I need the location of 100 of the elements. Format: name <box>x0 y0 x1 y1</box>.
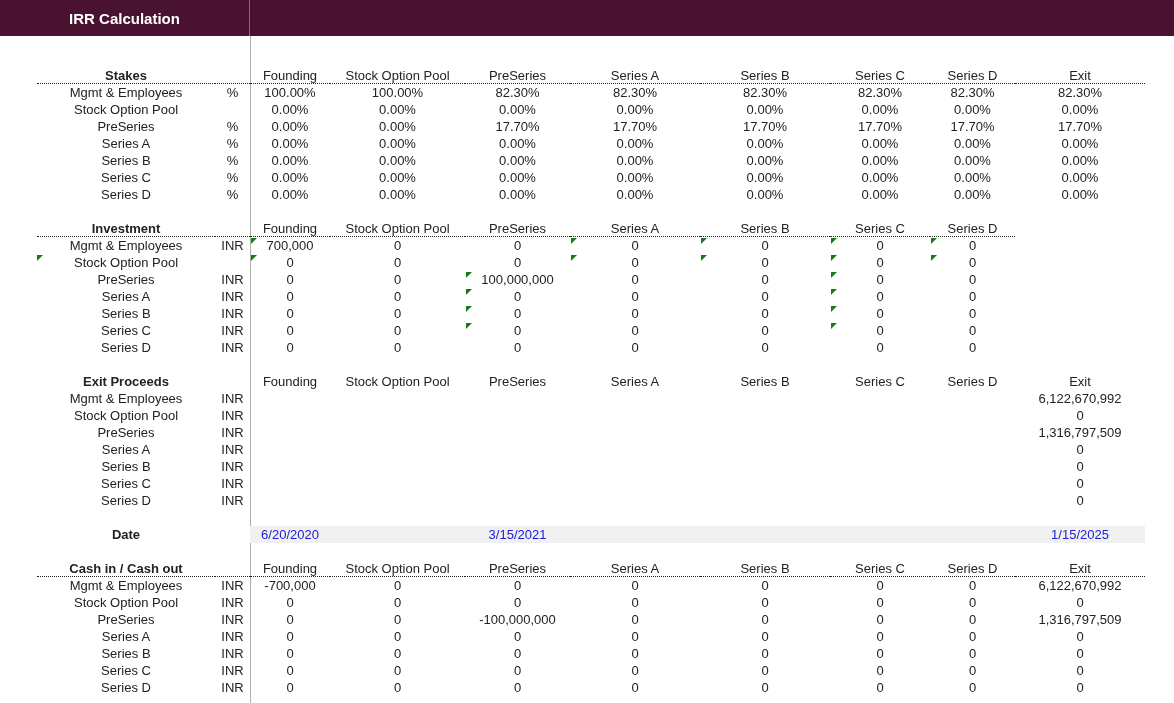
table-cell-text: 0.00% <box>860 169 900 186</box>
table-cell-text: -100,000,000 <box>478 611 557 628</box>
table-cell-text: 17.70% <box>856 118 904 135</box>
table-cell-text: 0 <box>630 594 640 611</box>
table-cell-text: 0.00% <box>378 186 417 203</box>
row-label: Series A <box>100 288 152 305</box>
column-header: Series D <box>930 560 1015 577</box>
table-cell-text: 0 <box>512 254 523 271</box>
table-cell-text: 0 <box>967 628 978 645</box>
row-label: PreSeries <box>96 611 156 628</box>
unit-label: INR <box>220 339 245 356</box>
row-label: Series C <box>100 322 152 339</box>
table-cell-text: 0.00% <box>498 101 537 118</box>
table-cell-text: 17.70% <box>1056 118 1104 135</box>
unit-label: INR <box>220 594 245 611</box>
unit-label: INR <box>220 237 245 254</box>
table-cell-text: -700,000 <box>263 577 317 594</box>
table-cell-text: 0 <box>1075 645 1085 662</box>
table-cell-text: 0 <box>630 645 640 662</box>
unit-label: % <box>225 118 240 135</box>
table-cell-text: 82.30% <box>611 84 659 101</box>
table-cell-text: 0 <box>630 339 640 356</box>
table-cell-text: 0 <box>285 645 295 662</box>
table-cell-text: 0 <box>392 305 403 322</box>
unit-label: INR <box>220 441 245 458</box>
unit-label: % <box>225 169 240 186</box>
table-cell-text: 6,122,670,992 <box>1037 390 1123 407</box>
table-cell-text: 0.00% <box>270 118 310 135</box>
table-cell-text: 0 <box>760 594 770 611</box>
table-cell-text: 0.00% <box>615 186 655 203</box>
table-cell-text: 17.70% <box>949 118 996 135</box>
unit-label: INR <box>220 271 245 288</box>
table-cell-text: 0 <box>285 322 295 339</box>
table-cell: 100,000,000 <box>465 271 570 288</box>
table-cell-text: 0 <box>512 645 523 662</box>
row-label: Stock Option Pool <box>72 594 180 611</box>
table-cell-text: 82.30% <box>856 84 904 101</box>
unit-label: INR <box>220 288 245 305</box>
table-cell-text: 0 <box>392 594 403 611</box>
table-cell-text: 0 <box>760 662 770 679</box>
column-header: Stock Option Pool <box>330 560 465 577</box>
table-cell-text: 0.00% <box>498 152 537 169</box>
row-label: Series A <box>100 628 152 645</box>
table-cell-text: 0.00% <box>378 135 417 152</box>
column-header: Series B <box>739 373 791 390</box>
table-cell-text: 0.00% <box>270 186 310 203</box>
table-cell-text: 0 <box>967 271 978 288</box>
row-label: Stock Option Pool <box>72 407 180 424</box>
table-cell-text: 0 <box>760 577 770 594</box>
table-cell-text: 0.00% <box>860 152 900 169</box>
column-header: Stock Option Pool <box>330 67 465 84</box>
unit-label: INR <box>220 305 245 322</box>
column-header: Founding <box>261 373 319 390</box>
table-cell-text: 82.30% <box>949 84 996 101</box>
table-cell-text: 100.00% <box>370 84 425 101</box>
section-title: Stakes <box>37 67 215 84</box>
row-label: Series D <box>100 679 152 696</box>
table-cell-text: 0 <box>967 322 978 339</box>
table-cell-text: 0.00% <box>860 186 900 203</box>
table-cell-text: 0 <box>392 577 403 594</box>
date-cell-text: 3/15/2021 <box>487 526 548 543</box>
column-header: Series C <box>830 560 930 577</box>
table-cell-text: 0 <box>760 271 770 288</box>
row-label: Series A <box>100 441 152 458</box>
table-cell-text: 0 <box>875 628 885 645</box>
table-cell-text: 17.70% <box>741 118 789 135</box>
table-cell-text: 0 <box>285 594 295 611</box>
table-cell-text: 0 <box>1075 662 1085 679</box>
column-header: PreSeries <box>487 373 548 390</box>
date-cell-text: 1/15/2025 <box>1050 526 1110 543</box>
table-cell-text: 0.00% <box>860 101 900 118</box>
table-cell-text: 0 <box>392 645 403 662</box>
table-cell-text: 0 <box>967 645 978 662</box>
column-header: Stock Option Pool <box>344 373 451 390</box>
row-label: Series B <box>100 152 152 169</box>
row-label: Series D <box>100 339 152 356</box>
table-cell-text: 0.00% <box>615 169 655 186</box>
table-cell-text: 0 <box>1075 441 1085 458</box>
table-cell-text: 0 <box>1075 458 1085 475</box>
unit-label: INR <box>220 475 245 492</box>
column-header: Founding <box>250 220 330 237</box>
column-header: Exit <box>1015 560 1145 577</box>
table-cell-text: 17.70% <box>494 118 541 135</box>
table-cell-text: 0 <box>967 679 978 696</box>
table-cell-text: 0 <box>392 254 403 271</box>
table-cell-text: 0 <box>392 237 403 254</box>
table-cell-text: 0 <box>512 594 523 611</box>
table-cell-text: 0.00% <box>270 169 310 186</box>
table-cell-text: 0 <box>875 611 885 628</box>
row-label: Stock Option Pool <box>72 101 180 118</box>
row-label: Series B <box>100 458 152 475</box>
table-cell-text: 0 <box>760 339 770 356</box>
table-cell-text: 0 <box>285 271 295 288</box>
table-cell-text: 0.00% <box>1060 135 1100 152</box>
row-label: Series C <box>100 662 152 679</box>
table-cell: 0 <box>465 305 570 322</box>
table-cell-text: 0 <box>285 288 295 305</box>
table-cell-text: 0 <box>875 645 885 662</box>
table-cell-text: 0.00% <box>745 152 785 169</box>
unit-label: INR <box>220 407 245 424</box>
